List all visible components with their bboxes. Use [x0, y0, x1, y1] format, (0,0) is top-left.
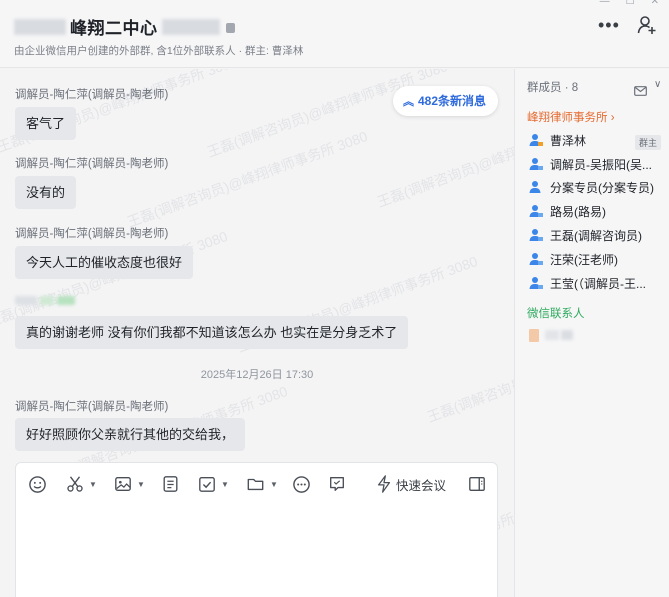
user-icon — [529, 134, 543, 146]
chat-title: 峰翔二中心 — [70, 19, 158, 38]
folder-icon — [247, 478, 264, 491]
message-bubble[interactable]: 没有的 — [15, 176, 77, 209]
chat-message-area[interactable]: 王磊(调解咨询员)@峰翔律师事务所 3080 王磊(调解咨询员)@峰翔律师事务所… — [0, 69, 514, 597]
scissors-icon — [67, 476, 83, 492]
member-item[interactable]: 分案专员(分案专员) — [529, 177, 664, 197]
member-name: 王莹(（调解员-王... — [550, 276, 646, 291]
lightning-icon — [377, 475, 391, 493]
user-icon — [529, 229, 543, 241]
message-sender: 调解员-陶仁萍(调解员-陶老师) — [15, 228, 169, 240]
caret-down-icon: ▼ — [270, 479, 278, 489]
member-name: 曹泽林 — [550, 133, 587, 148]
member-name: 汪荣(汪老师) — [550, 252, 618, 267]
more-icon[interactable]: ••• — [598, 15, 620, 36]
message-composer[interactable]: ▼ ▼ ▼ ▼ 快速会议 — [15, 462, 498, 597]
message-sender: 调解员-陶仁萍(调解员-陶老师) — [15, 89, 169, 101]
message-input[interactable] — [16, 505, 497, 597]
minimize-icon[interactable]: — — [600, 0, 610, 7]
comment-button[interactable] — [328, 473, 346, 495]
message-sender: 调解员-陶仁萍(调解员-陶老师) — [15, 401, 169, 413]
org-link[interactable]: 峰翔律师事务所 › — [527, 109, 615, 125]
lock-icon — [225, 22, 235, 33]
folder-button[interactable]: ▼ — [246, 473, 278, 495]
chat-header: — ☐ ✕ 峰翔二中心 由企业微信用户创建的外部群, 含1位外部联系人 · 群主… — [0, 0, 669, 68]
member-item[interactable]: 路易(路易) — [529, 201, 664, 221]
mail-icon[interactable] — [634, 83, 647, 101]
org-name: 峰翔律师事务所 — [527, 112, 608, 124]
user-icon — [529, 277, 543, 289]
maximize-icon[interactable]: ☐ — [626, 0, 635, 7]
message-timestamp: 2025年12月26日 17:30 — [200, 369, 314, 381]
sidebar-toggle-icon — [469, 477, 485, 491]
watermark: 王磊(调解咨询员)@峰翔律师事务所 3080 — [124, 127, 370, 231]
user-icon — [529, 253, 543, 265]
user-icon — [529, 158, 543, 170]
redacted-title-prefix — [14, 18, 66, 35]
add-member-icon[interactable] — [637, 15, 657, 40]
new-messages-label: 482条新消息 — [418, 94, 487, 108]
owner-badge: 群主 — [635, 135, 662, 150]
more-circle-icon — [293, 475, 310, 493]
quick-meeting-label: 快速会议 — [396, 478, 447, 493]
member-name: 王磊(调解咨询员) — [550, 228, 642, 243]
member-item[interactable]: 汪荣(汪老师) — [529, 249, 664, 269]
double-chevron-up-icon: ︽ — [403, 96, 414, 108]
member-sidebar: 群成员 · 8 ∨ 峰翔律师事务所 › 曹泽林 群主 调解员-吴振阳(吴... … — [514, 69, 669, 597]
sidebar-toggle-button[interactable] — [468, 473, 486, 495]
redacted-contact-name — [561, 330, 573, 340]
member-name: 分案专员(分案专员) — [550, 180, 654, 195]
caret-down-icon: ▼ — [221, 479, 229, 489]
redacted-contact-name — [545, 330, 559, 340]
document-icon — [163, 476, 178, 492]
caret-down-icon: ▼ — [89, 479, 97, 489]
message-bubble[interactable]: 好好照顾你父亲就行其他的交给我， — [15, 418, 246, 451]
caret-down-icon: ▼ — [137, 479, 145, 489]
member-name: 调解员-吴振阳(吴... — [550, 157, 652, 172]
screenshot-button[interactable]: ▼ — [66, 473, 97, 495]
message-sender: 调解员-陶仁萍(调解员-陶老师) — [15, 158, 169, 170]
chat-subtitle: 由企业微信用户创建的外部群, 含1位外部联系人 · 群主: 曹泽林 — [14, 45, 304, 57]
document-button[interactable] — [162, 473, 179, 495]
member-item[interactable]: 王磊(调解咨询员) — [529, 225, 664, 245]
window-controls: — ☐ ✕ — [600, 0, 659, 7]
message-bubble[interactable]: 客气了 — [15, 107, 77, 140]
chat-title-row[interactable]: 峰翔二中心 — [14, 14, 235, 39]
member-item[interactable]: 王莹(（调解员-王... — [529, 273, 664, 293]
quick-meeting-button[interactable]: 快速会议 — [376, 473, 446, 495]
composer-toolbar: ▼ ▼ ▼ ▼ 快速会议 — [16, 463, 499, 505]
members-count-label: 群成员 · 8 — [527, 82, 579, 94]
emoji-button[interactable] — [28, 473, 47, 495]
task-icon — [199, 477, 215, 492]
image-icon — [115, 477, 131, 491]
wechat-contact-item[interactable] — [529, 325, 664, 345]
member-name: 路易(路易) — [550, 204, 606, 219]
more-tools-button[interactable] — [292, 473, 311, 495]
new-messages-button[interactable]: ︽ 482条新消息 — [393, 86, 499, 116]
message-bubble[interactable]: 今天人工的催收态度也很好 — [15, 246, 194, 279]
avatar — [529, 328, 539, 342]
redacted-sender-name — [15, 296, 75, 305]
task-button[interactable]: ▼ — [198, 473, 229, 495]
user-icon — [529, 181, 541, 193]
watermark: 王磊(调解咨询员)@峰翔律师事务所 3080 — [374, 108, 514, 211]
wechat-contacts-label: 微信联系人 — [527, 308, 585, 320]
image-button[interactable]: ▼ — [114, 473, 145, 495]
redacted-title-suffix — [161, 18, 220, 35]
close-icon[interactable]: ✕ — [651, 0, 659, 7]
emoji-icon — [29, 475, 46, 493]
user-icon — [529, 205, 543, 217]
message-bubble[interactable]: 真的谢谢老师 没有你们我都不知道该怎么办 也实在是分身乏术了 — [15, 316, 409, 349]
comment-icon — [330, 477, 344, 491]
member-item[interactable]: 调解员-吴振阳(吴... — [529, 154, 664, 174]
chevron-down-icon[interactable]: ∨ — [654, 79, 661, 90]
